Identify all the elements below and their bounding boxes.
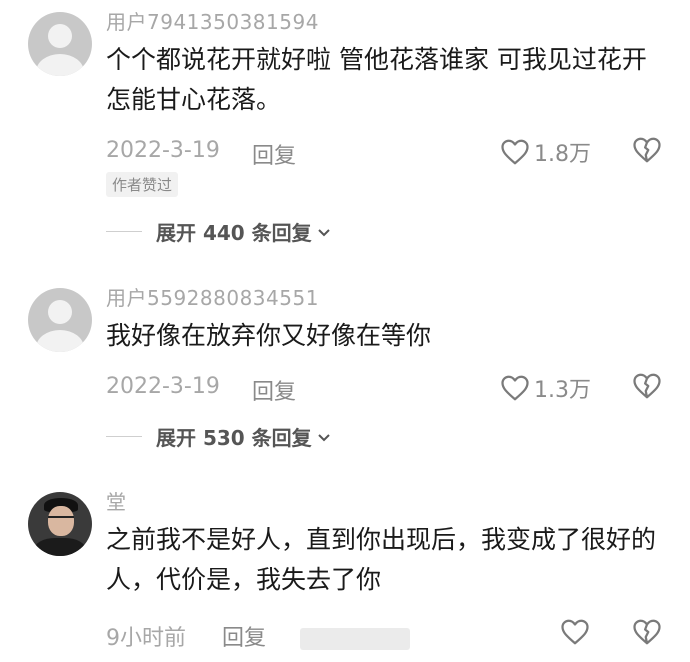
reply-button[interactable]: 回复 <box>222 620 266 652</box>
comment-date: 2022-3-19 <box>106 374 220 399</box>
chevron-down-icon <box>316 220 332 244</box>
default-avatar-icon[interactable] <box>28 288 92 352</box>
heart-outline-icon <box>500 374 530 402</box>
chevron-down-icon <box>316 425 332 449</box>
broken-heart-icon[interactable] <box>632 372 662 400</box>
comment-text: 我好像在放弃你又好像在等你 <box>106 321 432 350</box>
comment-username[interactable]: 堂 <box>106 486 127 515</box>
comment-username[interactable]: 用户5592880834551 <box>106 282 319 311</box>
comment-text: 个个都说花开就好啦 管他花落谁家 可我见过花开 怎能甘心花落。 <box>106 45 647 114</box>
like-button[interactable]: 1.8万 <box>500 136 591 168</box>
broken-heart-icon[interactable] <box>632 136 662 164</box>
expand-replies-button[interactable]: 展开 530 条回复 <box>106 422 332 451</box>
like-count: 1.8万 <box>534 142 591 167</box>
like-button[interactable] <box>560 618 594 646</box>
expand-replies-button[interactable]: 展开 440 条回复 <box>106 217 332 246</box>
heart-outline-icon <box>560 618 590 646</box>
comment-date: 2022-3-19 <box>106 138 220 163</box>
expand-replies-label: 展开 440 条回复 <box>156 221 312 245</box>
comment-username[interactable]: 用户7941350381594 <box>106 6 319 35</box>
reply-button[interactable]: 回复 <box>252 138 296 170</box>
like-count: 1.3万 <box>534 378 591 403</box>
expand-replies-label: 展开 530 条回复 <box>156 426 312 450</box>
default-avatar-icon[interactable] <box>28 12 92 76</box>
reply-button[interactable]: 回复 <box>252 374 296 406</box>
broken-heart-icon[interactable] <box>632 618 662 646</box>
watermark <box>300 628 410 650</box>
comment-date: 9小时前 <box>106 626 186 651</box>
heart-outline-icon <box>500 138 530 166</box>
comment-text: 之前我不是好人，直到你出现后，我变成了很好的人，代价是，我失去了你 <box>106 525 657 594</box>
author-liked-badge: 作者赞过 <box>106 172 179 197</box>
like-button[interactable]: 1.3万 <box>500 372 591 404</box>
user-avatar[interactable] <box>28 492 92 556</box>
